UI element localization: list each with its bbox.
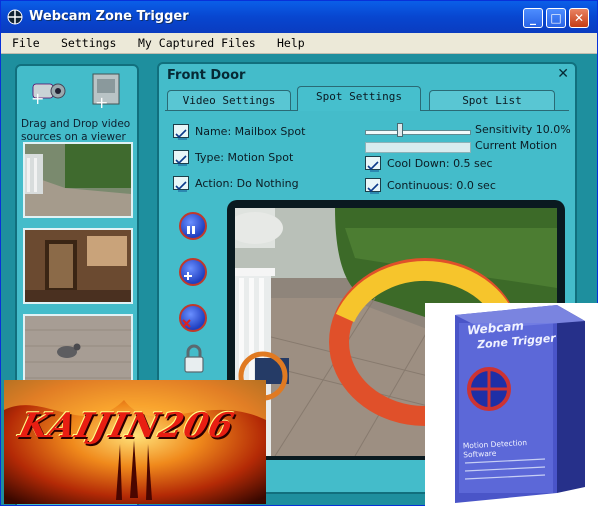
sensitivity-label: Sensitivity 10.0% <box>475 123 571 136</box>
maximize-button[interactable]: □ <box>546 8 566 28</box>
viewer-close-button[interactable]: ✕ <box>557 66 569 82</box>
cooldown-label: Cool Down: 0.5 sec <box>387 157 493 170</box>
minimize-button[interactable]: _ <box>523 8 543 28</box>
product-box-art: Webcam Zone Trigger Motion Detection Sof… <box>425 303 605 506</box>
checkmark-icon <box>175 181 187 192</box>
tab-video-settings[interactable]: Video Settings <box>167 90 291 110</box>
video-source-thumb-room[interactable] <box>23 228 133 304</box>
name-checkbox[interactable] <box>173 124 189 140</box>
sensitivity-slider-thumb[interactable] <box>397 123 403 137</box>
banner-text: KAIJIN206 <box>15 406 239 446</box>
menu-my-captured-files[interactable]: My Captured Files <box>138 36 256 50</box>
lock-icon[interactable] <box>183 344 205 374</box>
type-checkbox[interactable] <box>173 150 189 166</box>
video-file-add-icon[interactable]: + <box>87 70 123 110</box>
name-label: Name: Mailbox Spot <box>195 125 306 138</box>
type-label: Type: Motion Spot <box>195 151 294 164</box>
remove-spot-button[interactable] <box>179 304 207 332</box>
drag-drop-hint: Drag and Drop video sources on a viewer <box>21 118 131 143</box>
viewer-title: Front Door <box>167 68 246 83</box>
action-label: Action: Do Nothing <box>195 177 299 190</box>
checkmark-icon <box>367 183 379 194</box>
menu-bar: File Settings My Captured Files Help <box>1 33 597 54</box>
pause-button[interactable] <box>179 212 207 240</box>
checkmark-icon <box>175 155 187 166</box>
menu-file[interactable]: File <box>12 36 40 50</box>
current-motion-label: Current Motion <box>475 139 558 152</box>
checkmark-icon <box>367 161 379 172</box>
continuous-checkbox[interactable] <box>365 178 381 194</box>
action-checkbox[interactable] <box>173 176 189 192</box>
sensitivity-slider-track[interactable] <box>365 130 471 135</box>
checkmark-icon <box>175 129 187 140</box>
tab-spot-list[interactable]: Spot List <box>429 90 555 110</box>
promo-banner: KAIJIN206 <box>4 380 266 504</box>
webcam-add-icon[interactable]: + <box>27 74 67 110</box>
menu-settings[interactable]: Settings <box>61 36 116 50</box>
svg-text:+: + <box>95 93 108 110</box>
add-spot-button[interactable] <box>179 258 207 286</box>
add-icon <box>184 272 192 280</box>
svg-text:+: + <box>31 89 44 108</box>
title-bar: Webcam Zone Trigger _ □ ✕ <box>1 1 597 33</box>
app-logo-icon <box>7 9 23 25</box>
video-source-thumb-bird[interactable] <box>23 314 133 390</box>
delete-icon <box>182 319 191 328</box>
pause-icon <box>187 226 195 234</box>
close-button[interactable]: ✕ <box>569 8 589 28</box>
menu-help[interactable]: Help <box>277 36 305 50</box>
tab-spot-settings[interactable]: Spot Settings <box>297 86 421 111</box>
continuous-label: Continuous: 0.0 sec <box>387 179 496 192</box>
current-motion-bar <box>365 142 471 153</box>
window-title: Webcam Zone Trigger <box>29 9 189 24</box>
video-source-thumb-yard[interactable] <box>23 142 133 218</box>
cooldown-checkbox[interactable] <box>365 156 381 172</box>
